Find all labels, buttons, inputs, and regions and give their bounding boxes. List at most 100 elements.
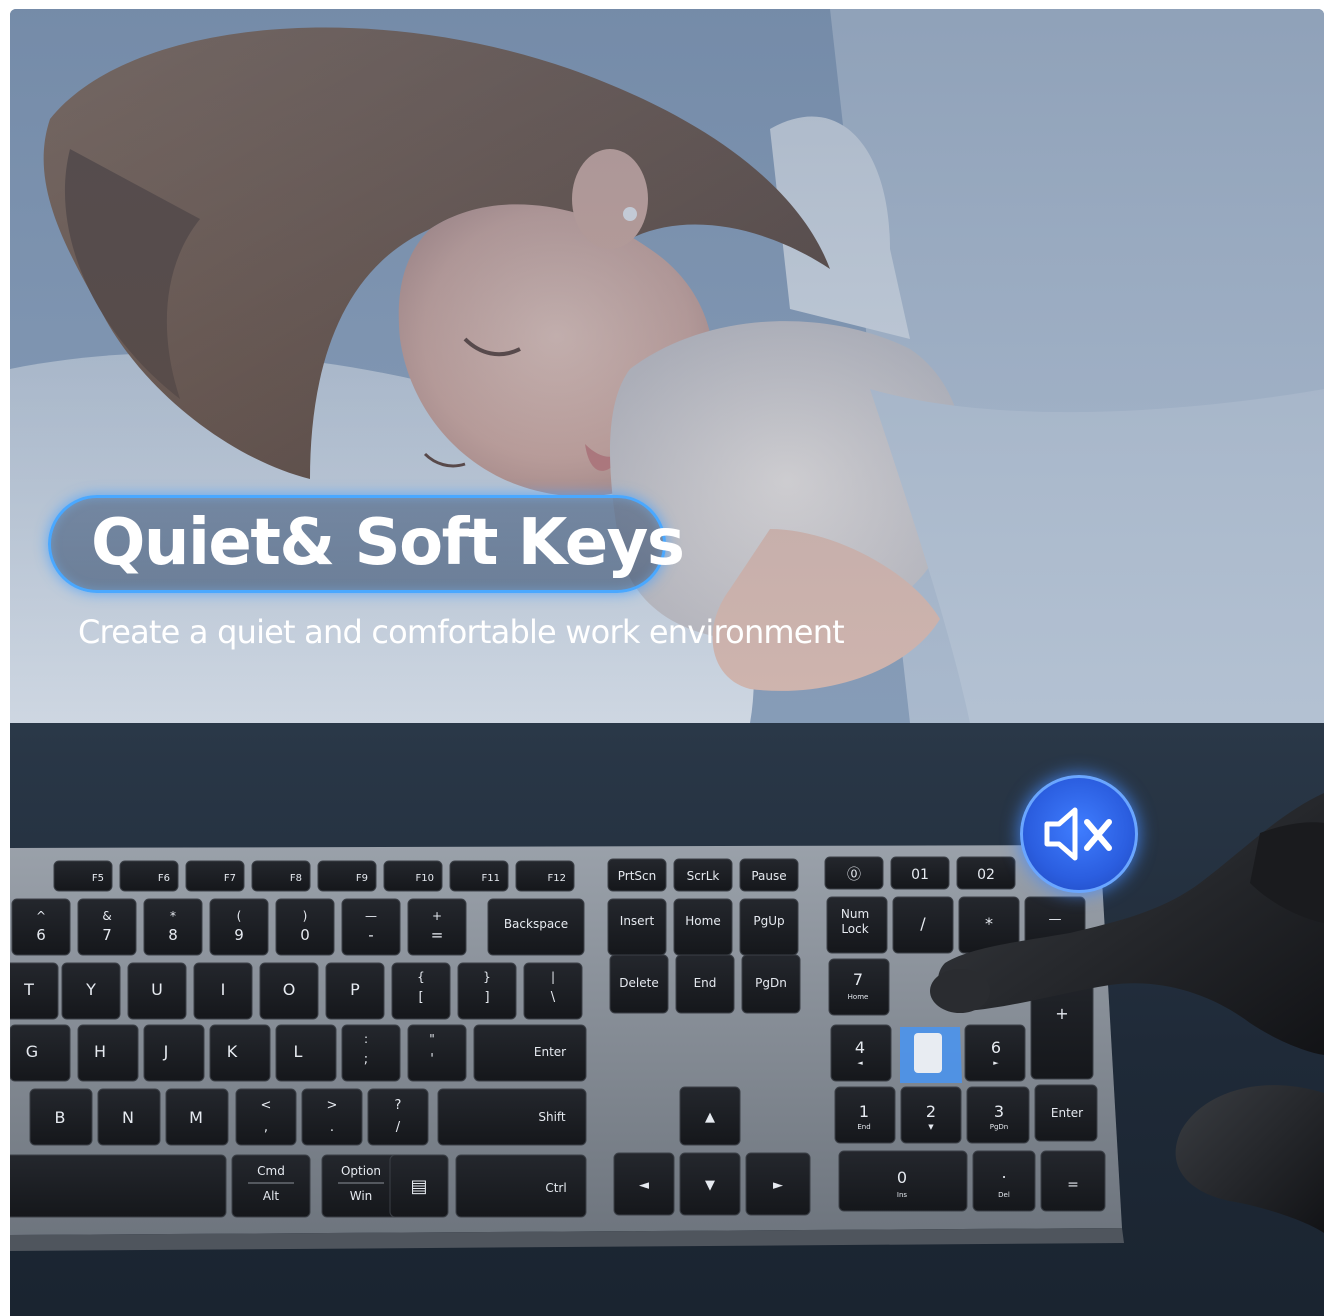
key-label-u: U [151,980,163,999]
key-label-backspace: Backspace [504,917,568,931]
key-sub-2: ▼ [928,1123,934,1131]
key-k[interactable] [209,1024,271,1082]
key-bottom-h0: ; [364,1052,368,1067]
key-sub-0: Ins [897,1191,908,1199]
key-space[interactable] [10,1154,227,1218]
key-bottom-1: 7 [102,926,112,944]
key-top-q1: } [483,970,491,984]
key-top-4: ) [303,909,308,923]
fkey-label-f11: F11 [482,873,500,884]
key-label-num-enter: Enter [1051,1106,1083,1120]
fkey-label-f6: F6 [158,873,170,884]
key-label-n: N [122,1108,134,1127]
key-j[interactable] [143,1024,205,1082]
key-label-j: J [163,1042,169,1061]
key-label-minus: — [1049,912,1062,927]
key-sub-7: Home [848,993,869,1001]
key-label-end: End [694,976,717,990]
key-top-q2: | [551,970,555,984]
key-label-equals: = [1067,1177,1079,1193]
hero-title: Quiet& Soft Keys [91,506,685,580]
key-label-y: Y [85,980,96,999]
key-top-h0: : [364,1032,368,1046]
key-bottom-0: 6 [36,926,46,944]
key-top-5: — [365,909,377,923]
key-label-pause: Pause [751,869,786,883]
key-label-slash: / [920,914,926,933]
key-label-enter: Enter [534,1045,566,1059]
key-label-7: 7 [853,970,863,989]
key-label-b: B [55,1108,66,1127]
key-h[interactable] [77,1024,139,1082]
key-t[interactable] [10,962,59,1020]
title-pill: Quiet& Soft Keys [48,495,685,593]
fkey-label-f10: F10 [416,873,434,884]
hero-subtitle: Create a quiet and comfortable work envi… [78,613,845,651]
key-label-shift: Shift [538,1110,566,1124]
arrow-up-icon: ▲ [705,1110,715,1125]
key-label-i: I [221,980,226,999]
key-label-6: 6 [991,1038,1001,1057]
key-top-3: ( [237,909,242,923]
key-label-0: 0 [897,1168,907,1187]
key-sub-dot: Del [998,1191,1010,1199]
key-bottom-mod-1: Win [350,1189,373,1203]
key-bottom-q1: ] [484,990,489,1005]
key-enter[interactable] [473,1024,587,1082]
key-label-home: Home [685,914,720,928]
key-bottom-mod-0: Alt [263,1189,280,1203]
key-label-k: K [227,1042,238,1061]
speaker-mute-icon [1044,807,1112,861]
key-top-b0: < [261,1098,272,1113]
key-top-b2: ? [395,1098,402,1113]
key-home-sym-1[interactable] [407,1024,467,1082]
fkey-label-f12: F12 [548,873,566,884]
key-label-lock: Lock [841,922,868,936]
key-g[interactable] [10,1024,71,1082]
key-home-sym-0[interactable] [341,1024,401,1082]
key-label-star: * [985,914,993,933]
device-key-label-0: ⓪ [847,867,861,883]
key-sub-4: ◄ [857,1059,863,1067]
key-bottom-h1: ' [430,1052,434,1067]
key-top-q0: { [417,970,425,984]
key-top-h1: " [429,1032,435,1046]
key-label-l: L [294,1042,303,1061]
key-label-m: M [189,1108,203,1127]
fkey-label-f8: F8 [290,873,302,884]
key-top-1: & [102,909,111,923]
fkey-label-f7: F7 [224,873,236,884]
key-bottom-b0: , [264,1120,268,1135]
key-label-4: 4 [855,1038,865,1057]
key-label-p: P [350,980,360,999]
key-top-mod-1: Option [341,1164,381,1178]
key-bottom-b1: . [330,1120,334,1135]
key-bottom-4: 0 [300,926,310,944]
arrow-right-icon: ► [773,1178,783,1193]
key-label-1: 1 [859,1102,869,1121]
key-label-prtscn: PrtScn [618,869,656,883]
key-label-ctrl: Ctrl [545,1181,566,1195]
key-bottom-q2: \ [551,990,556,1005]
key-bottom-3: 9 [234,926,244,944]
key-sub-6: ► [993,1059,999,1067]
key-sub-3: PgDn [990,1123,1009,1131]
key-label-insert: Insert [620,914,655,928]
key-label-scrlk: ScrLk [687,869,720,883]
mute-badge [1020,775,1138,893]
key-label-plus: + [1055,1004,1068,1023]
key-label-pgdn: PgDn [755,976,787,990]
key-label-g: G [26,1042,38,1061]
key-label-3: 3 [994,1102,1004,1121]
device-key-label-1: 01 [911,867,929,883]
keyboard-photo-section: F5 F6 F7 F8 F9 F10 F11 F12 PrtScn ScrLk Pause ⓪ 01 02… [10,723,1324,1316]
key-label-h: H [94,1042,106,1061]
key-bottom-b2: / [396,1120,401,1135]
key-top-b1: > [327,1098,338,1113]
fkey-label-f5: F5 [92,873,104,884]
key-switch [914,1033,942,1073]
key-label-t: T [23,980,34,999]
key-label-num: Num [841,907,869,921]
key-l[interactable] [275,1024,337,1082]
key-label-o: O [283,980,296,999]
